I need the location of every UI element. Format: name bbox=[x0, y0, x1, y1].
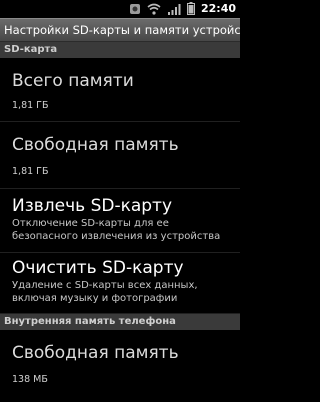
window-title: Настройки SD-карты и памяти устройства bbox=[0, 18, 240, 42]
pref-unmount-sd[interactable]: Извлечь SD-карту Отключение SD-карты для… bbox=[0, 189, 240, 253]
status-icons: 22:40 bbox=[129, 0, 236, 19]
signal-icon bbox=[167, 0, 181, 19]
pref-summary: Отключение SD-карты для ее безопасного и… bbox=[12, 218, 221, 242]
wifi-icon bbox=[147, 0, 161, 19]
pref-value: 138 МБ bbox=[12, 374, 48, 385]
pref-title: Извлечь SD-карту bbox=[12, 196, 173, 216]
pref-title: Всего памяти bbox=[12, 71, 134, 91]
pref-available-space: Свободная память 1,81 ГБ bbox=[0, 122, 240, 189]
status-bar: 22:40 bbox=[0, 0, 240, 18]
pref-title: Свободная память bbox=[12, 135, 179, 155]
pref-title: Очистить SD-карту bbox=[12, 258, 184, 278]
pref-value: 1,81 ГБ bbox=[12, 100, 49, 111]
notification-icon bbox=[129, 0, 141, 19]
battery-icon bbox=[186, 0, 195, 19]
pref-internal-available-space: Свободная память 138 МБ bbox=[0, 330, 240, 402]
pref-value: 1,81 ГБ bbox=[12, 166, 49, 177]
pref-summary: Удаление с SD-карты всех данных, включая… bbox=[12, 280, 198, 304]
pref-title: Свободная память bbox=[12, 343, 179, 363]
status-time: 22:40 bbox=[200, 2, 236, 15]
pref-erase-sd[interactable]: Очистить SD-карту Удаление с SD-карты вс… bbox=[0, 253, 240, 314]
section-header-internal-storage: Внутренняя память телефона bbox=[0, 314, 240, 330]
pref-total-space: Всего памяти 1,81 ГБ bbox=[0, 58, 240, 122]
section-header-sd-card: SD-карта bbox=[0, 42, 240, 58]
